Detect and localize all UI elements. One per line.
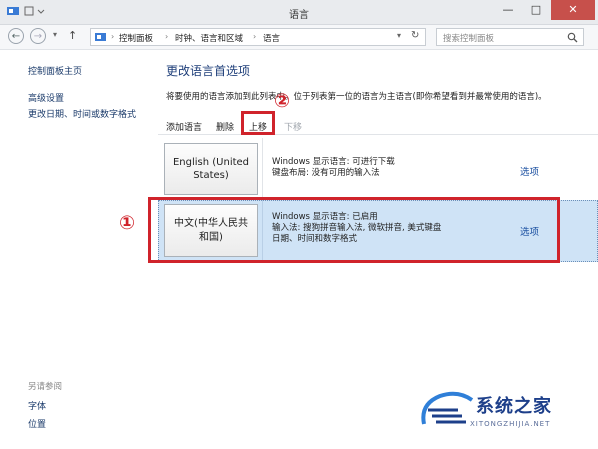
breadcrumb-language[interactable]: 语言	[263, 32, 280, 44]
language-button-english[interactable]: English (United States)	[164, 143, 258, 195]
watermark-logo-icon	[421, 391, 474, 425]
language-name-line: English (United	[172, 156, 250, 168]
search-box[interactable]: 搜索控制面板	[436, 28, 584, 46]
breadcrumb-separator: ›	[165, 32, 169, 41]
move-down-button[interactable]: 下移	[284, 120, 302, 133]
breadcrumb-clock-language-region[interactable]: 时钟、语言和区域	[175, 32, 243, 44]
recent-locations-dropdown-icon[interactable]: ▾	[53, 30, 57, 39]
sidebar-advanced-settings[interactable]: 高级设置	[28, 91, 64, 104]
sidebar-control-panel-home[interactable]: 控制面板主页	[28, 64, 82, 77]
add-language-button[interactable]: 添加语言	[166, 120, 202, 133]
control-panel-icon	[95, 33, 106, 41]
address-dropdown-icon[interactable]: ▾	[397, 31, 401, 40]
annotation-highlight-chinese-row	[148, 197, 560, 263]
forward-button[interactable]: →	[30, 28, 46, 44]
page-title: 更改语言首选项	[166, 64, 251, 78]
search-input[interactable]: 搜索控制面板	[443, 32, 494, 44]
sidebar-change-date-time-format[interactable]: 更改日期、时间或数字格式	[28, 107, 136, 120]
refresh-icon[interactable]: ↻	[411, 30, 419, 41]
language-name-line: States)	[193, 170, 229, 181]
annotation-marker-1: ①	[119, 212, 136, 234]
breadcrumb-separator: ›	[111, 32, 115, 41]
see-also-heading: 另请参阅	[28, 382, 63, 392]
watermark-subtext: XITONGZHIJIA.NET	[470, 420, 551, 428]
english-options-link[interactable]: 选项	[520, 164, 539, 178]
english-display-language-status: Windows 显示语言: 可进行下载	[272, 157, 395, 167]
breadcrumb-control-panel[interactable]: 控制面板	[119, 32, 153, 44]
search-icon[interactable]	[567, 32, 578, 43]
address-bar[interactable]: › 控制面板 › 时钟、语言和区域 › 语言 ▾ ↻	[90, 28, 426, 46]
close-button[interactable]: ✕	[551, 0, 595, 20]
up-button[interactable]: ↑	[68, 29, 77, 42]
annotation-marker-2: ②	[274, 90, 291, 112]
annotation-highlight-move-up	[241, 111, 275, 135]
see-also-fonts[interactable]: 字体	[28, 399, 46, 412]
maximize-button[interactable]: □	[522, 0, 550, 20]
see-also-location[interactable]: 位置	[28, 417, 46, 430]
remove-button[interactable]: 删除	[216, 120, 234, 133]
column-divider	[262, 138, 263, 200]
minimize-button[interactable]: —	[494, 0, 522, 20]
watermark-text: 系统之家	[476, 396, 552, 417]
breadcrumb-separator: ›	[253, 32, 257, 41]
english-keyboard-status: 键盘布局: 没有可用的输入法	[272, 168, 380, 178]
page-description: 将要使用的语言添加到此列表中。位于列表第一位的语言为主语言(即你希望看到并最常使…	[166, 92, 547, 102]
back-button[interactable]: ←	[8, 28, 24, 44]
